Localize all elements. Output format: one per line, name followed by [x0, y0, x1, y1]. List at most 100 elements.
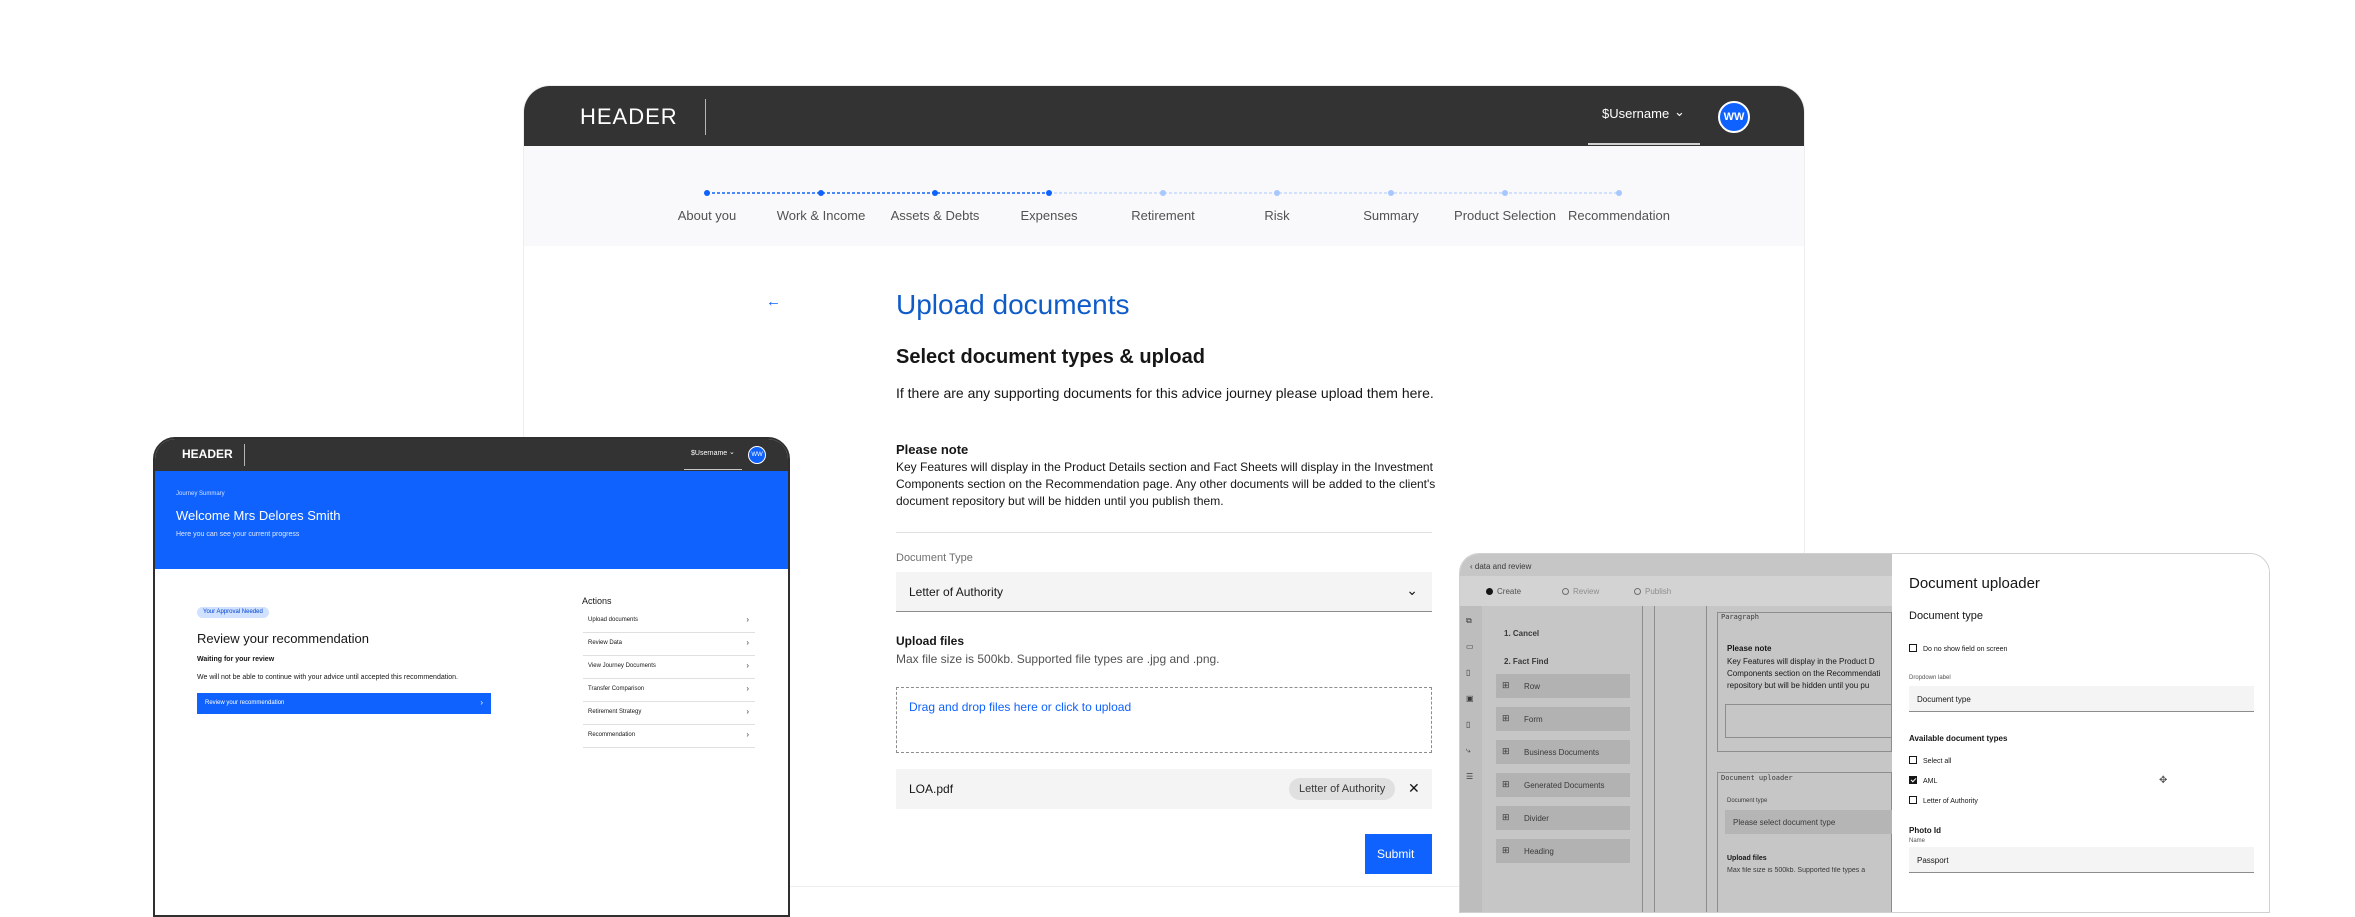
file-dropzone[interactable]: Drag and drop files here or click to upl… [896, 687, 1432, 753]
progress-step-label[interactable]: Summary [1326, 208, 1456, 223]
username-menu[interactable]: $Username [691, 450, 727, 457]
action-item[interactable]: Review Data › [583, 633, 755, 656]
checkbox[interactable] [1909, 796, 1917, 804]
document-type-option[interactable]: AML [1909, 776, 1937, 785]
file-icon[interactable]: ▯ [1466, 720, 1470, 729]
uploader-tag: Document uploader [1721, 774, 1793, 782]
chevron-down-icon[interactable]: ⌄ [729, 448, 735, 456]
doc-type-placeholder: Please select document type [1733, 818, 1836, 827]
document-type-select[interactable]: Letter of Authority ⌄ [896, 572, 1432, 612]
progress-step-dot [932, 190, 938, 196]
photo-id-input[interactable]: Passport [1909, 847, 2254, 873]
mode-label: Review [1573, 587, 1600, 596]
upload-hint: Max file size is 500kb. Supported file t… [896, 652, 1220, 666]
palette-item[interactable]: ⊞ Form [1496, 707, 1630, 731]
document-icon[interactable]: ▯ [1466, 668, 1470, 677]
progress-step-dot [1616, 190, 1622, 196]
chevron-right-icon: › [746, 638, 749, 647]
mode-radio[interactable]: Publish [1634, 587, 1671, 596]
action-item[interactable]: Transfer Comparison › [583, 679, 755, 702]
dropdown-label-input[interactable]: Document type [1909, 686, 2254, 712]
photo-id-heading: Photo Id [1909, 826, 1941, 835]
paragraph-field[interactable] [1725, 704, 1892, 738]
panel-section: Document type [1909, 610, 1983, 622]
document-type-option[interactable]: Select all [1909, 756, 1951, 765]
available-types-heading: Available document types [1909, 734, 2008, 743]
progress-step-label[interactable]: Assets & Debts [870, 208, 1000, 223]
section-subtitle: Select document types & upload [896, 346, 1205, 368]
upload-heading: Upload files [1727, 855, 1767, 862]
header-brand: HEADER [182, 447, 233, 461]
document-type-value: Letter of Authority [909, 585, 1004, 599]
checkbox-label: Select all [1923, 758, 1952, 765]
uploaded-file-row: LOA.pdf Letter of Authority ✕ [896, 769, 1432, 809]
avatar[interactable]: WW [748, 446, 766, 464]
actions-heading: Actions [582, 596, 612, 606]
note-line: Components section on the Recommendati [1727, 669, 1881, 678]
checkbox[interactable] [1909, 756, 1917, 764]
progress-step-label[interactable]: Recommendation [1554, 208, 1684, 223]
mode-radio[interactable]: Review [1562, 587, 1599, 596]
progress-step-label[interactable]: Expenses [984, 208, 1114, 223]
progress-step-dot [1046, 190, 1052, 196]
dropdown-label-caption: Dropdown label [1909, 675, 1951, 681]
document-icon: ⊞ [1502, 746, 1510, 756]
palette-item[interactable]: ⊞ Heading [1496, 839, 1630, 863]
dropzone-text[interactable]: Drag and drop files here or click to upl… [909, 700, 1131, 714]
layout-icon[interactable]: ▭ [1466, 642, 1474, 651]
canvas-guide [1654, 606, 1655, 912]
submit-button[interactable]: Submit [1365, 834, 1432, 874]
close-icon[interactable]: ✕ [1408, 780, 1420, 797]
action-item[interactable]: Recommendation › [583, 725, 755, 748]
doc-type-select[interactable]: Please select document type [1725, 810, 1892, 834]
action-item[interactable]: Upload documents › [583, 610, 755, 633]
doc-type-label: Document type [1727, 798, 1768, 804]
progress-step-label[interactable]: Work & Income [756, 208, 886, 223]
document-type-option[interactable]: Letter of Authority [1909, 796, 1978, 805]
palette-item[interactable]: ⊞ Generated Documents [1496, 773, 1630, 797]
welcome-title: Welcome Mrs Delores Smith [176, 508, 341, 523]
paragraph-tag: Paragraph [1721, 613, 1759, 621]
action-item[interactable]: Retirement Strategy › [583, 702, 755, 725]
review-button-label: Review your recommendation [205, 700, 285, 706]
progress-step-label[interactable]: Risk [1212, 208, 1342, 223]
checkbox[interactable] [1909, 644, 1917, 652]
breadcrumb[interactable]: ‹ data and review [1470, 562, 1531, 571]
progress-step-dot [704, 190, 710, 196]
arrow-left-icon[interactable]: ← [766, 293, 781, 310]
builder-step[interactable]: 2. Fact Find [1504, 657, 1548, 666]
palette-item[interactable]: ⊞ Row [1496, 674, 1630, 698]
intro-text: If there are any supporting documents fo… [896, 385, 1434, 401]
layers-icon[interactable]: ⧉ [1466, 616, 1472, 626]
progress-step-label[interactable]: About you [642, 208, 772, 223]
mode-radio[interactable]: Create [1486, 587, 1521, 596]
palette-item[interactable]: ⊞ Business Documents [1496, 740, 1630, 764]
progress-step-dot [818, 190, 824, 196]
progress-step-label[interactable]: Retirement [1098, 208, 1228, 223]
review-recommendation-button[interactable]: Review your recommendation › [197, 693, 491, 714]
mode-label: Create [1497, 587, 1522, 596]
checkbox[interactable] [1909, 776, 1917, 784]
flow-icon[interactable]: ⤷ [1466, 746, 1470, 756]
note-line: Key Features will display in the Product… [1727, 657, 1875, 666]
image-icon[interactable]: ▣ [1466, 694, 1474, 703]
progress-step-dot [1274, 190, 1280, 196]
row-icon: ⊞ [1502, 680, 1510, 690]
input-value: Document type [1917, 695, 1971, 704]
breadcrumb[interactable]: Journey Summary [176, 491, 225, 497]
progress-step-label[interactable]: Product Selection [1440, 208, 1570, 223]
no-show-checkbox[interactable]: Do no show field on screen [1909, 644, 2007, 653]
note-heading: Please note [896, 442, 969, 457]
document-uploader-block[interactable] [1717, 772, 1892, 912]
palette-label: Row [1524, 682, 1541, 691]
palette-label: Heading [1524, 847, 1554, 856]
palette-label: Business Documents [1524, 748, 1600, 757]
builder-step[interactable]: 1. Cancel [1504, 629, 1539, 638]
checkbox-label: AML [1923, 778, 1938, 785]
action-label: Upload documents [588, 617, 639, 623]
chevron-right-icon: › [480, 698, 483, 707]
list-icon[interactable]: ☰ [1466, 772, 1473, 781]
review-title: Review your recommendation [197, 631, 369, 646]
action-item[interactable]: View Journey Documents › [583, 656, 755, 679]
palette-item[interactable]: ⊞ Divider [1496, 806, 1630, 830]
